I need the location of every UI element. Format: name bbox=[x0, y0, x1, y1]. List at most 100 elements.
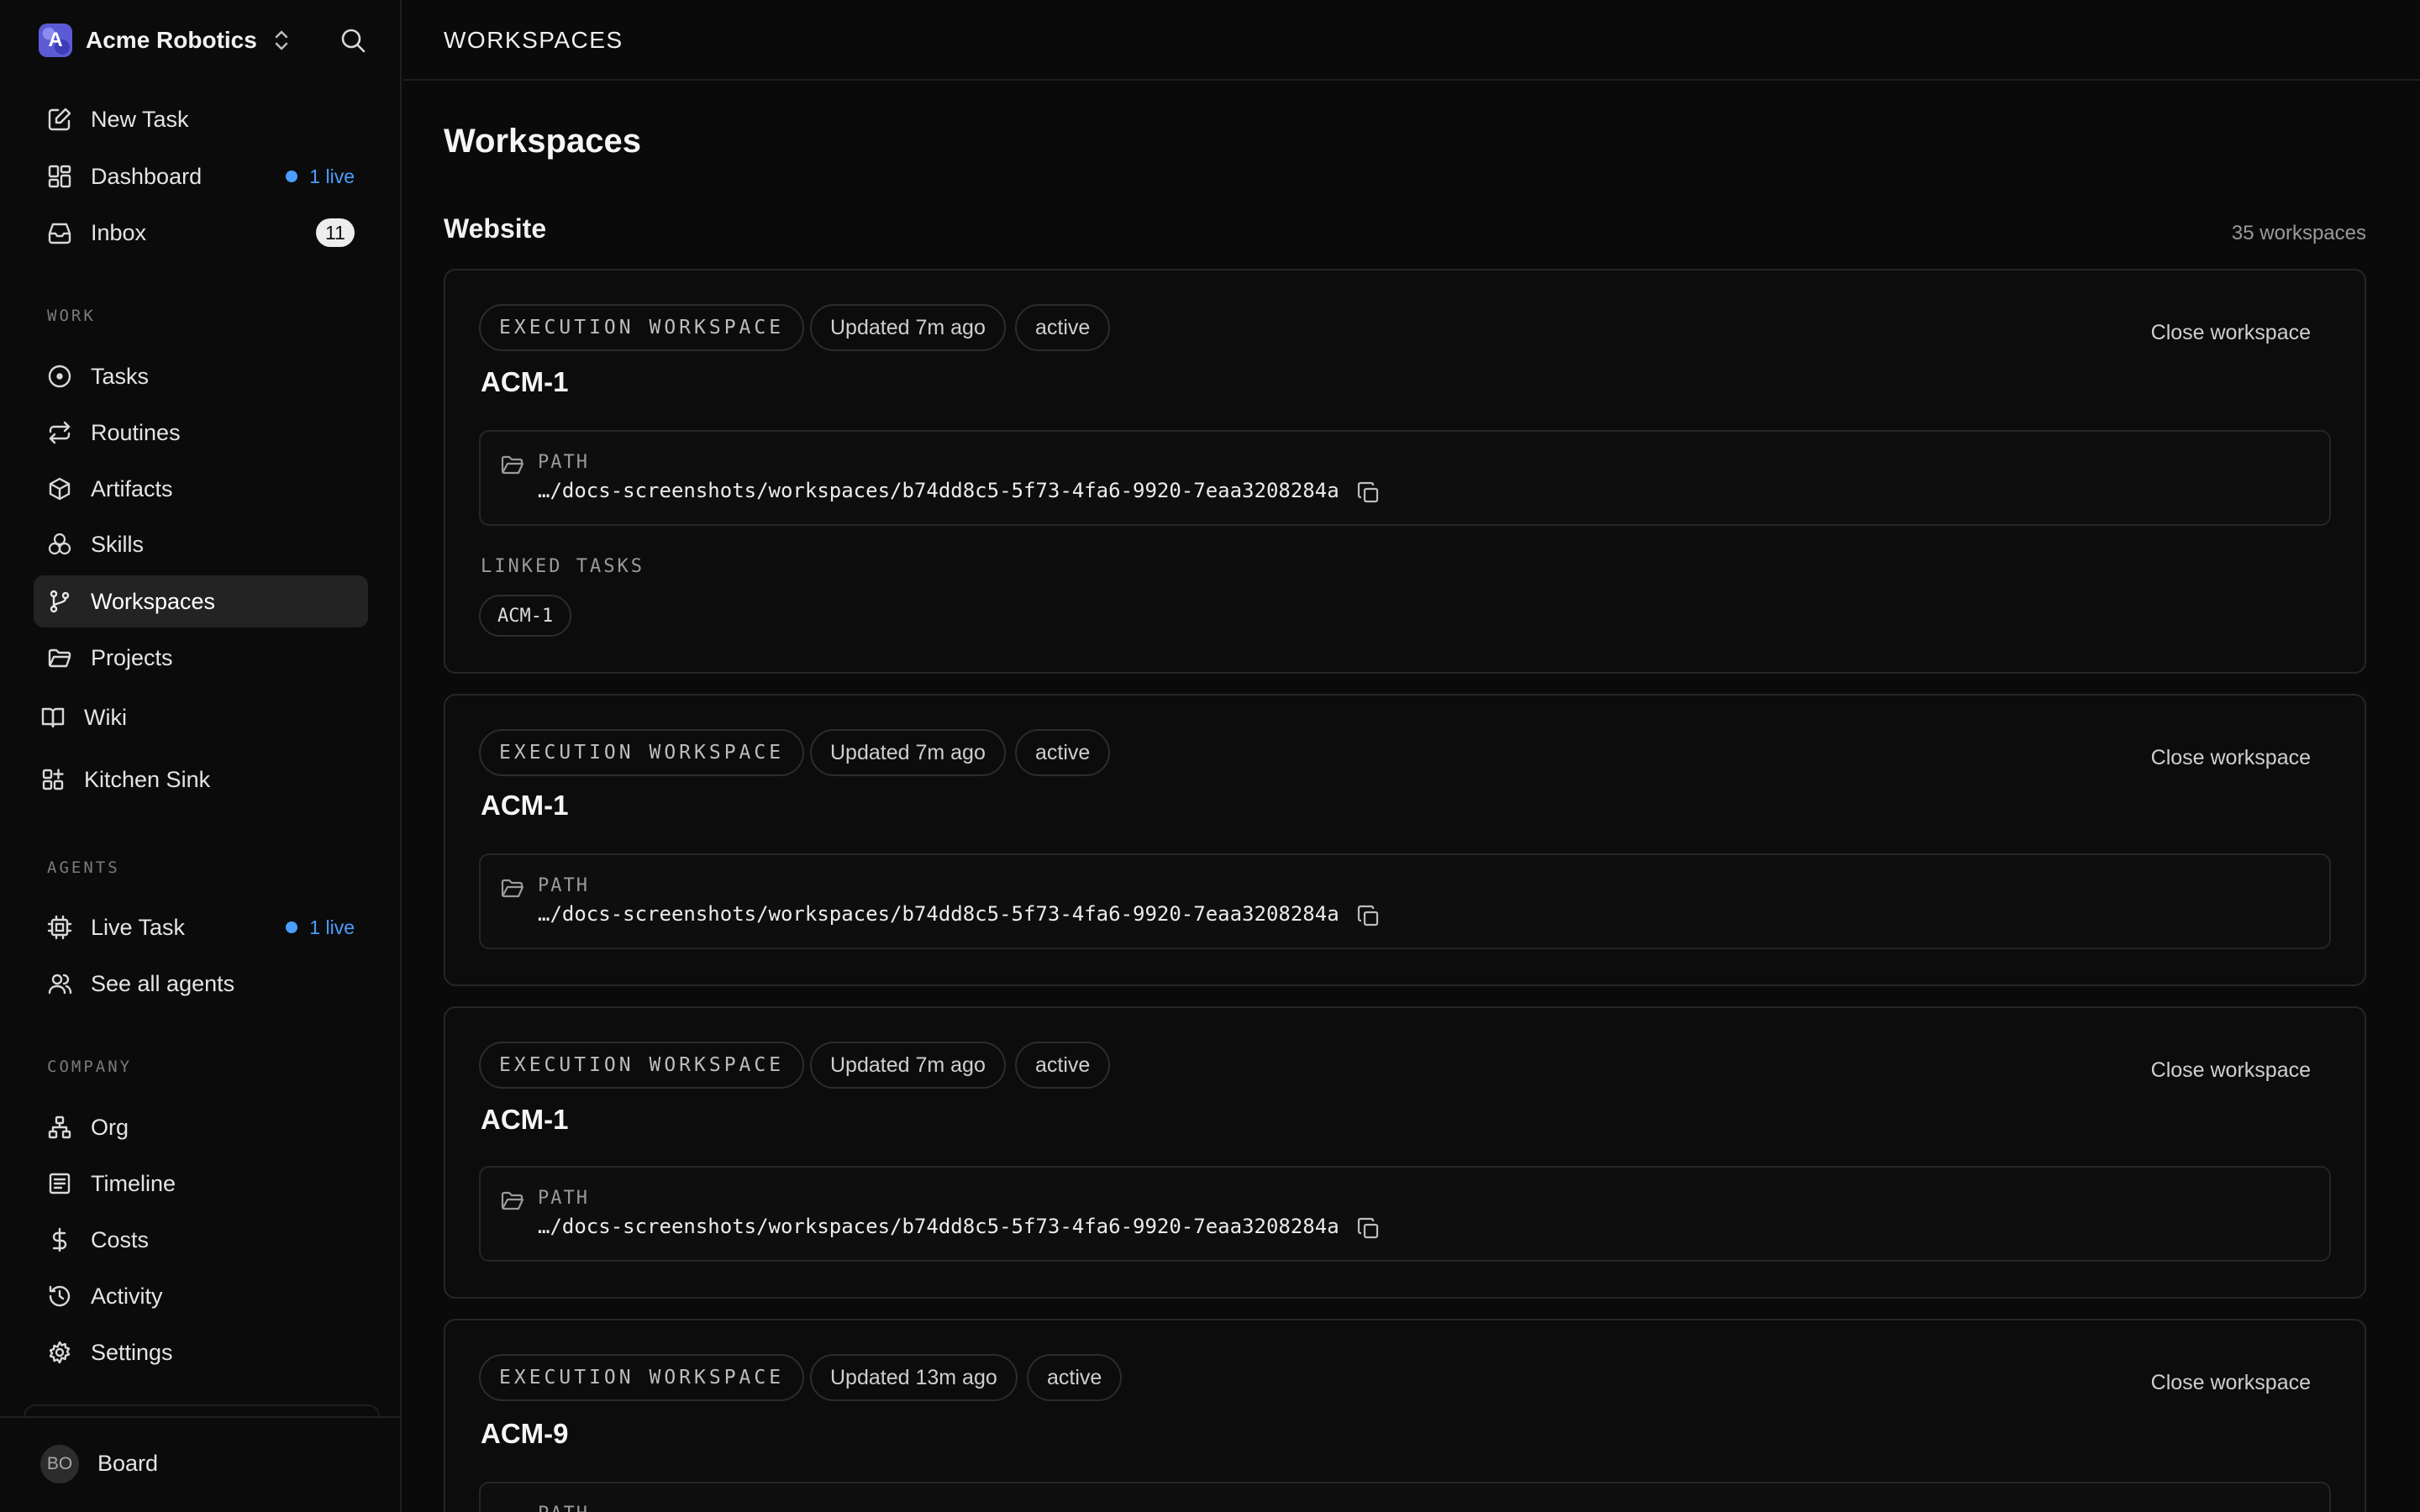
topbar: WORKSPACES bbox=[403, 0, 2420, 81]
nav-settings[interactable]: Settings bbox=[34, 1326, 368, 1378]
edit-icon bbox=[45, 105, 74, 134]
nav-label: Activity bbox=[91, 1283, 163, 1309]
nav-live-task[interactable]: Live Task 1 live bbox=[34, 901, 368, 953]
path-value: …/docs-screenshots/workspaces/b74dd8c5-5… bbox=[538, 902, 1339, 926]
live-indicator: 1 live bbox=[286, 916, 355, 939]
inbox-icon bbox=[45, 218, 74, 247]
nav-label: Inbox bbox=[91, 219, 147, 245]
repeat-icon bbox=[45, 418, 74, 447]
status-badge: active bbox=[1015, 304, 1111, 351]
nav-see-all-agents[interactable]: See all agents bbox=[34, 958, 368, 1010]
workspace-title: ACM-9 bbox=[481, 1418, 569, 1449]
path-box: PATH …/docs-screenshots/workspaces/b74dd… bbox=[479, 1166, 2331, 1262]
linked-tasks-label: LINKED TASKS bbox=[481, 556, 644, 577]
company-name: Acme Robotics bbox=[86, 27, 257, 53]
gear-icon bbox=[45, 1338, 74, 1367]
live-text: 1 live bbox=[309, 916, 355, 938]
nav-label: Live Task bbox=[91, 914, 186, 940]
close-workspace-button[interactable]: Close workspace bbox=[2151, 321, 2311, 345]
workspace-card: EXECUTION WORKSPACE Updated 13m ago acti… bbox=[444, 1319, 2366, 1512]
workspace-title: ACM-1 bbox=[481, 790, 569, 821]
users-icon bbox=[45, 969, 74, 998]
grid-plus-icon bbox=[39, 765, 67, 794]
nav-label: Skills bbox=[91, 531, 145, 557]
nav-kitchen-sink[interactable]: Kitchen Sink bbox=[27, 753, 361, 806]
close-workspace-button[interactable]: Close workspace bbox=[2151, 1058, 2311, 1083]
nav-label: Projects bbox=[91, 644, 173, 670]
folder-open-icon bbox=[501, 879, 524, 898]
nav-tasks[interactable]: Tasks bbox=[34, 350, 368, 402]
search-icon bbox=[341, 29, 366, 53]
nav-label: Settings bbox=[91, 1339, 173, 1365]
copy-icon[interactable] bbox=[1356, 1216, 1381, 1242]
section-label-work: WORK bbox=[47, 307, 96, 325]
page-title: Workspaces bbox=[444, 123, 641, 160]
live-text: 1 live bbox=[309, 165, 355, 187]
kind-badge: EXECUTION WORKSPACE bbox=[479, 304, 805, 351]
nav-label: Org bbox=[91, 1114, 129, 1140]
path-value: …/docs-screenshots/workspaces/b74dd8c5-5… bbox=[538, 479, 1339, 502]
nav-label: Wiki bbox=[84, 704, 127, 730]
nav-label: New Task bbox=[91, 106, 189, 132]
box-icon bbox=[45, 475, 74, 503]
live-dot bbox=[286, 921, 298, 933]
kind-badge: EXECUTION WORKSPACE bbox=[479, 1042, 805, 1089]
nav-label: Dashboard bbox=[91, 163, 203, 189]
nav-label: Tasks bbox=[91, 363, 150, 389]
close-workspace-button[interactable]: Close workspace bbox=[2151, 1371, 2311, 1395]
nav-label: Costs bbox=[91, 1226, 150, 1252]
inbox-count-badge: 11 bbox=[316, 218, 355, 247]
workspace-count: 35 workspaces bbox=[2231, 222, 2366, 244]
dashboard-icon bbox=[45, 162, 74, 191]
nav-new-task[interactable]: New Task bbox=[34, 93, 368, 145]
folder-open-icon bbox=[501, 455, 524, 475]
updated-badge: Updated 7m ago bbox=[810, 304, 1006, 351]
copy-icon[interactable] bbox=[1356, 480, 1381, 506]
path-label: PATH bbox=[538, 875, 589, 896]
avatar[interactable]: BO bbox=[40, 1445, 79, 1483]
company-logo: A bbox=[39, 24, 72, 57]
nav-routines[interactable]: Routines bbox=[34, 407, 368, 459]
company-switcher[interactable]: A Acme Robotics bbox=[39, 22, 291, 59]
nav-costs[interactable]: Costs bbox=[34, 1214, 368, 1266]
search-button[interactable] bbox=[336, 24, 370, 57]
org-chart-icon bbox=[45, 1113, 74, 1142]
workspace-card: EXECUTION WORKSPACE Updated 7m ago activ… bbox=[444, 269, 2366, 674]
section-label-agents: AGENTS bbox=[47, 858, 120, 877]
workspace-card: EXECUTION WORKSPACE Updated 7m ago activ… bbox=[444, 694, 2366, 986]
chevron-up-down-icon bbox=[275, 30, 288, 50]
linked-task-chip[interactable]: ACM-1 bbox=[479, 595, 572, 637]
path-label: PATH bbox=[538, 452, 589, 473]
skills-icon bbox=[45, 530, 74, 559]
kind-badge: EXECUTION WORKSPACE bbox=[479, 1354, 805, 1401]
updated-badge: Updated 7m ago bbox=[810, 1042, 1006, 1089]
close-workspace-button[interactable]: Close workspace bbox=[2151, 746, 2311, 770]
nav-label: Artifacts bbox=[91, 475, 173, 501]
nav-activity[interactable]: Activity bbox=[34, 1270, 368, 1322]
nav-inbox[interactable]: Inbox 11 bbox=[34, 207, 368, 259]
section-label-company: COMPANY bbox=[47, 1058, 133, 1076]
history-icon bbox=[45, 1282, 74, 1310]
nav-dashboard[interactable]: Dashboard 1 live bbox=[34, 150, 368, 202]
updated-badge: Updated 13m ago bbox=[810, 1354, 1018, 1401]
nav-timeline[interactable]: Timeline bbox=[34, 1158, 368, 1210]
nav-workspaces[interactable]: Workspaces bbox=[34, 575, 368, 627]
nav-artifacts[interactable]: Artifacts bbox=[34, 463, 368, 515]
nav-org[interactable]: Org bbox=[34, 1101, 368, 1153]
path-value: …/docs-screenshots/workspaces/b74dd8c5-5… bbox=[538, 1215, 1339, 1238]
nav-skills[interactable]: Skills bbox=[34, 518, 368, 570]
book-icon bbox=[39, 703, 67, 732]
live-indicator: 1 live bbox=[286, 165, 355, 188]
path-box: PATH …/docs-screenshots/workspaces/b74dd… bbox=[479, 853, 2331, 949]
copy-icon[interactable] bbox=[1356, 904, 1381, 929]
user-name[interactable]: Board bbox=[97, 1451, 158, 1477]
folder-open-icon bbox=[501, 1191, 524, 1210]
nav-projects[interactable]: Projects bbox=[34, 632, 368, 684]
nav-wiki[interactable]: Wiki bbox=[27, 691, 361, 743]
workspace-card: EXECUTION WORKSPACE Updated 7m ago activ… bbox=[444, 1006, 2366, 1299]
live-dot bbox=[286, 171, 298, 182]
nav-label: Workspaces bbox=[91, 588, 216, 614]
path-box: PATH bbox=[479, 1482, 2331, 1512]
dollar-icon bbox=[45, 1226, 74, 1254]
circle-dot-icon bbox=[45, 362, 74, 391]
